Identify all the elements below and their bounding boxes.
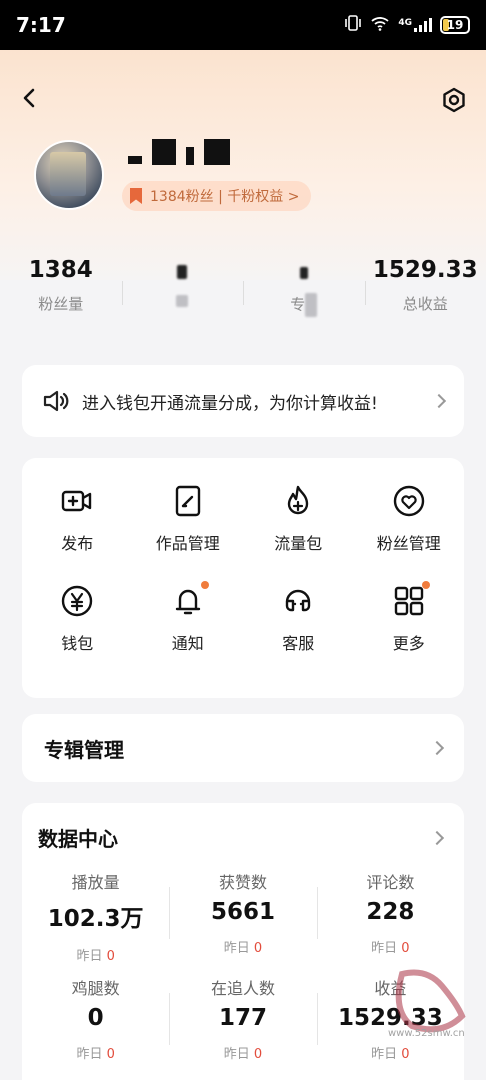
stat-redacted-2[interactable]: 专 <box>243 255 365 335</box>
grid-item-fans[interactable]: 粉丝管理 <box>354 484 465 554</box>
data-center-header[interactable]: 数据中心 <box>38 823 445 852</box>
notification-dot <box>421 581 430 589</box>
svg-text:www.52smw.cn: www.52smw.cn <box>388 1028 465 1039</box>
speaker-icon <box>43 390 69 412</box>
wallet-announcement[interactable]: 进入钱包开通流量分成，为你计算收益! <box>22 365 464 437</box>
headset-icon <box>281 584 315 618</box>
back-arrow-icon <box>23 88 35 108</box>
site-watermark: www.52smw.cn <box>382 966 482 1040</box>
edit-icon <box>171 484 205 518</box>
back-button[interactable] <box>18 86 42 110</box>
yen-icon <box>60 584 94 618</box>
album-title: 专辑管理 <box>44 737 124 762</box>
redacted-label <box>305 293 318 317</box>
grid-item-wallet[interactable]: 钱包 <box>22 584 133 654</box>
stat-fans[interactable]: 1384 粉丝量 <box>0 255 122 335</box>
grid-item-traffic-pack[interactable]: 流量包 <box>243 484 354 554</box>
metric-followers[interactable]: 在追人数 177 昨日 0 <box>169 975 316 1065</box>
stats-row: 1384 粉丝量 专 1529.33 总收益 <box>0 255 486 335</box>
grid-item-customer-service[interactable]: 客服 <box>243 584 354 654</box>
status-bar: 7:17 4G 19 <box>0 0 486 50</box>
wifi-icon <box>370 15 390 35</box>
heart-icon <box>392 484 426 518</box>
gear-icon <box>443 87 465 113</box>
avatar[interactable] <box>34 140 104 210</box>
grid-item-works[interactable]: 作品管理 <box>133 484 244 554</box>
grid-item-publish[interactable]: 发布 <box>22 484 133 554</box>
metric-comments[interactable]: 评论数 228 昨日 0 <box>316 869 464 959</box>
signal-icon: 4G <box>398 18 432 32</box>
album-management-row[interactable]: 专辑管理 <box>22 714 464 782</box>
function-grid-card: 发布 作品管理 流量包 粉丝管理 钱包 通知 客服 更多 <box>22 458 464 698</box>
chevron-right-icon <box>431 393 447 409</box>
fans-benefits-chip[interactable]: 1384粉丝 | 千粉权益 > <box>122 181 312 211</box>
vibrate-icon <box>344 15 362 35</box>
redacted-value <box>299 267 308 279</box>
function-grid: 发布 作品管理 流量包 粉丝管理 钱包 通知 客服 更多 <box>22 484 464 654</box>
settings-button[interactable] <box>440 86 468 114</box>
flame-plus-icon <box>281 484 315 518</box>
notification-dot <box>200 581 209 589</box>
grid-item-notifications[interactable]: 通知 <box>133 581 244 654</box>
data-center-title: 数据中心 <box>38 827 118 851</box>
metric-plays[interactable]: 播放量 102.3万 昨日 0 <box>22 869 169 964</box>
chevron-right-icon <box>429 830 445 845</box>
metric-likes[interactable]: 获赞数 5661 昨日 0 <box>169 869 316 959</box>
stat-total-revenue[interactable]: 1529.33 总收益 <box>364 255 486 335</box>
status-time: 7:17 <box>16 13 66 37</box>
fans-chip-label: 1384粉丝 | 千粉权益 > <box>150 189 300 205</box>
username-redacted <box>128 136 230 168</box>
bell-icon <box>171 581 209 618</box>
status-icons: 4G 19 <box>344 15 470 35</box>
grid-icon <box>392 581 430 618</box>
chevron-right-icon <box>429 740 445 756</box>
battery-icon: 19 <box>440 16 470 34</box>
announcement-text: 进入钱包开通流量分成，为你计算收益! <box>82 393 378 414</box>
video-add-icon <box>60 484 94 518</box>
redacted-value <box>177 265 188 279</box>
stat-redacted-1[interactable] <box>121 255 244 335</box>
grid-item-more[interactable]: 更多 <box>354 581 465 654</box>
bookmark-icon <box>130 188 142 204</box>
metric-drumsticks[interactable]: 鸡腿数 0 昨日 0 <box>22 975 169 1065</box>
redacted-label <box>176 295 189 307</box>
